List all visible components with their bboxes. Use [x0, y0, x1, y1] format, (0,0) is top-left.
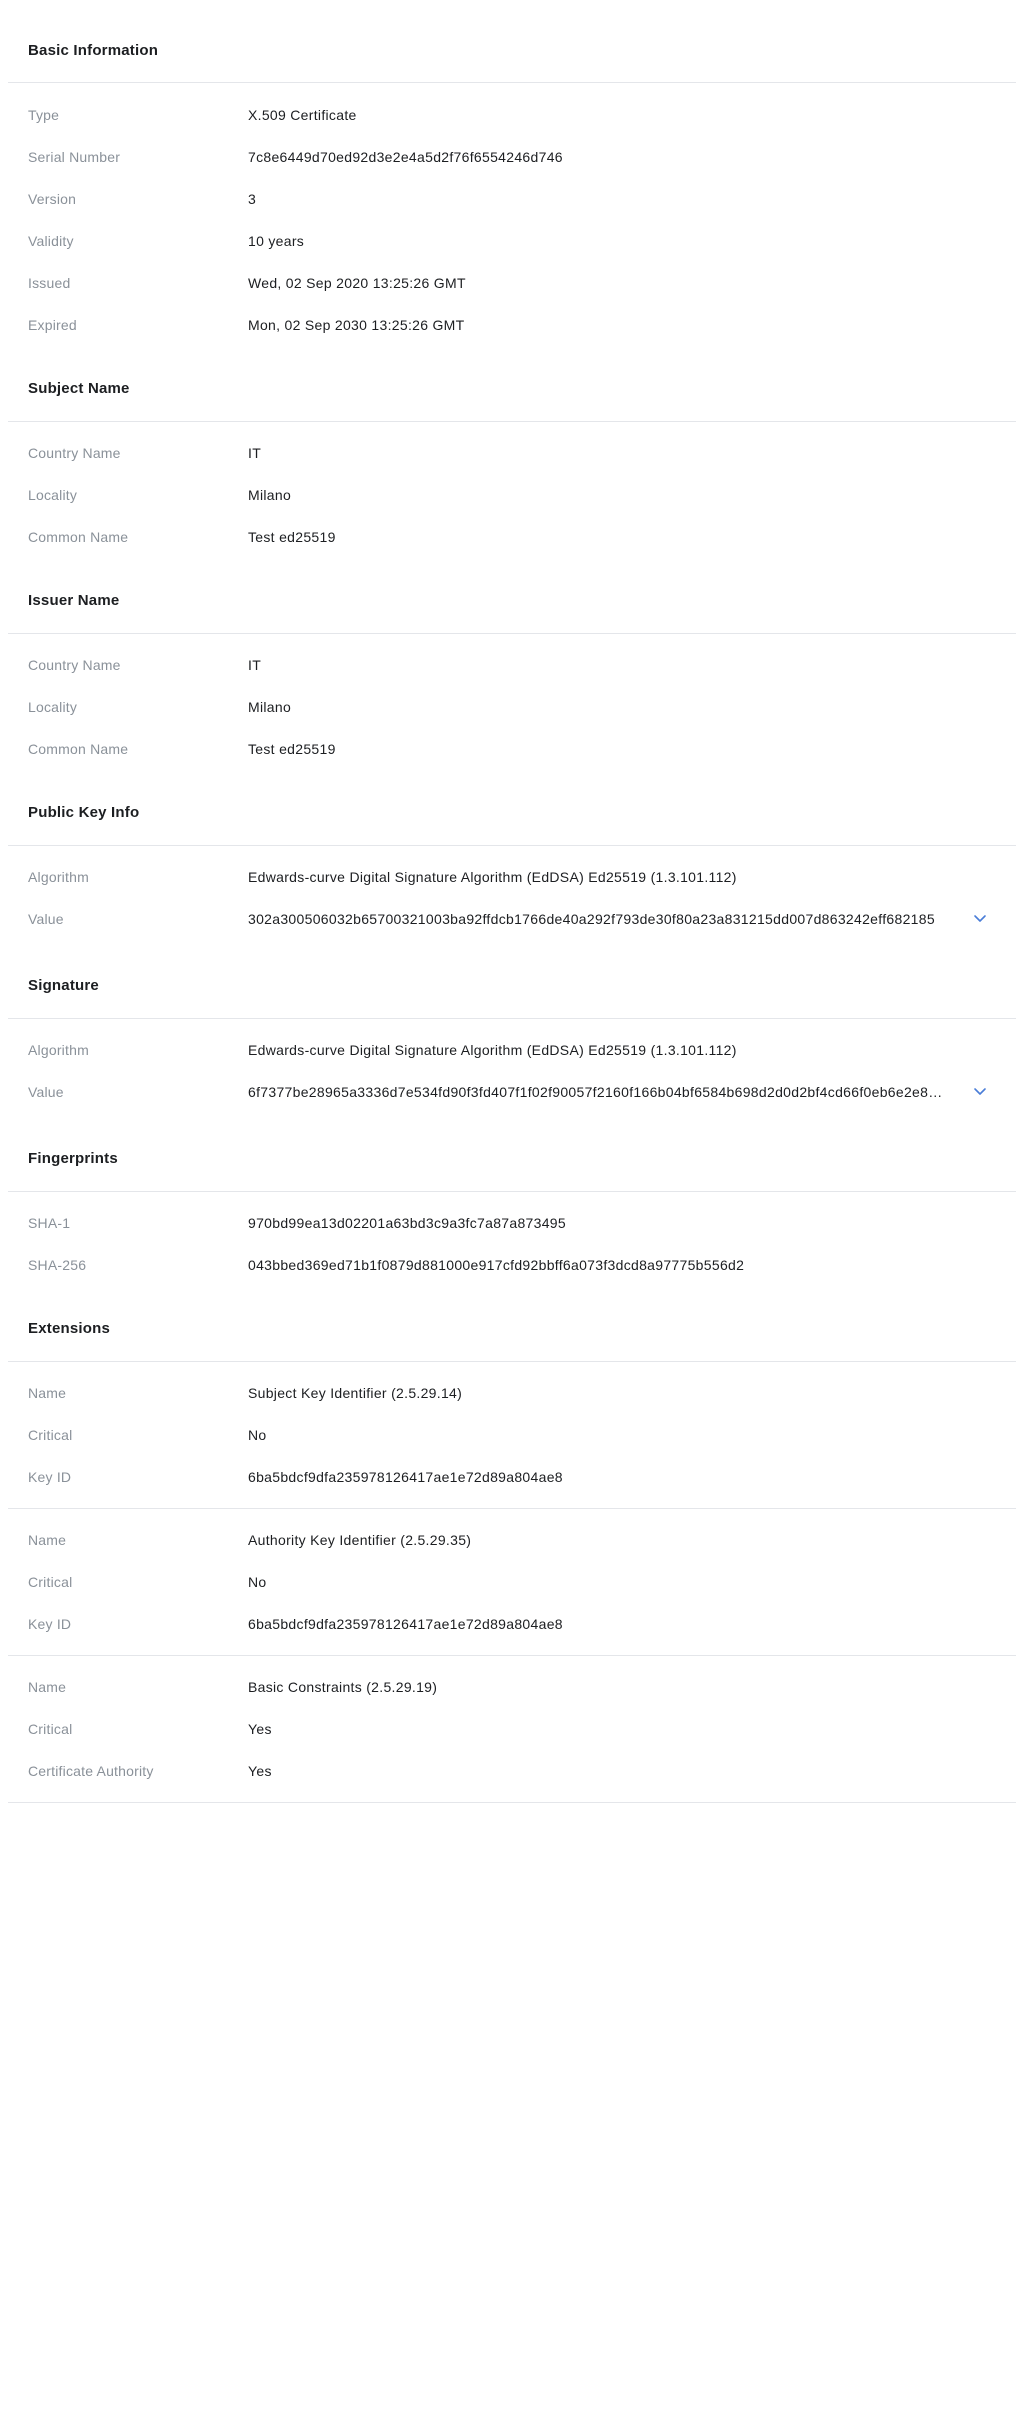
field-value-extension-name: Basic Constraints (2.5.29.19) [248, 1679, 438, 1695]
field-value-critical: Yes [248, 1721, 272, 1737]
section-divider [8, 421, 1016, 422]
field-label-version: Version [28, 191, 77, 207]
field-value-common-name: Test ed25519 [248, 529, 336, 545]
field-value-critical: No [248, 1427, 267, 1443]
field-label-extension-name: Name [28, 1385, 67, 1401]
field-label-sha1: SHA-1 [28, 1215, 71, 1231]
field-value-type: X.509 Certificate [248, 107, 357, 123]
field-label-validity: Validity [28, 233, 74, 249]
field-label-locality: Locality [28, 699, 78, 715]
field-label-critical: Critical [28, 1574, 73, 1590]
extension-divider [8, 1508, 1016, 1509]
field-label-issued: Issued [28, 275, 71, 291]
field-value-version: 3 [248, 191, 257, 207]
extension-divider [8, 1802, 1016, 1803]
section-divider [8, 82, 1016, 83]
field-value-serial-number: 7c8e6449d70ed92d3e2e4a5d2f76f6554246d746 [248, 149, 563, 165]
section-title-issuer-name: Issuer Name [28, 592, 120, 609]
section-divider [8, 845, 1016, 846]
field-value-common-name: Test ed25519 [248, 741, 336, 757]
section-divider [8, 1191, 1016, 1192]
field-label-type: Type [28, 107, 60, 123]
field-value-algorithm: Edwards-curve Digital Signature Algorith… [248, 869, 737, 885]
field-label-key-id: Key ID [28, 1616, 72, 1632]
section-divider [8, 1018, 1016, 1019]
field-value-locality: Milano [248, 487, 292, 503]
field-value-extension-name: Authority Key Identifier (2.5.29.35) [248, 1532, 472, 1548]
field-value-key-id: 6ba5bdcf9dfa235978126417ae1e72d89a804ae8 [248, 1616, 563, 1632]
field-value-extension-name: Subject Key Identifier (2.5.29.14) [248, 1385, 463, 1401]
section-title-signature: Signature [28, 977, 99, 994]
field-value-public-key: 302a300506032b65700321003ba92ffdcb1766de… [248, 911, 935, 927]
field-label-critical: Critical [28, 1721, 73, 1737]
section-title-subject-name: Subject Name [28, 380, 130, 397]
field-label-serial-number: Serial Number [28, 149, 121, 165]
expand-public-key-button[interactable] [970, 909, 990, 927]
field-label-common-name: Common Name [28, 529, 129, 545]
field-value-algorithm: Edwards-curve Digital Signature Algorith… [248, 1042, 737, 1058]
field-label-common-name: Common Name [28, 741, 129, 757]
field-label-key-id: Key ID [28, 1469, 72, 1485]
field-label-value: Value [28, 1084, 64, 1100]
field-label-critical: Critical [28, 1427, 73, 1443]
field-value-sha256: 043bbed369ed71b1f0879d881000e917cfd92bbf… [248, 1257, 745, 1273]
field-label-expired: Expired [28, 317, 77, 333]
field-label-extension-name: Name [28, 1679, 67, 1695]
field-value-issued: Wed, 02 Sep 2020 13:25:26 GMT [248, 275, 466, 291]
section-divider [8, 633, 1016, 634]
field-label-extension-name: Name [28, 1532, 67, 1548]
field-value-certificate-authority: Yes [248, 1763, 272, 1779]
field-label-algorithm: Algorithm [28, 869, 89, 885]
section-title-extensions: Extensions [28, 1320, 111, 1337]
chevron-down-icon [974, 915, 986, 922]
chevron-down-icon [974, 1088, 986, 1095]
field-value-signature: 6f7377be28965a3336d7e534fd90f3fd407f1f02… [248, 1084, 945, 1100]
section-title-fingerprints: Fingerprints [28, 1150, 118, 1167]
field-label-algorithm: Algorithm [28, 1042, 89, 1058]
field-value-sha1: 970bd99ea13d02201a63bd3c9a3fc7a87a873495 [248, 1215, 566, 1231]
field-label-country-name: Country Name [28, 445, 121, 461]
extension-divider [8, 1655, 1016, 1656]
field-value-key-id: 6ba5bdcf9dfa235978126417ae1e72d89a804ae8 [248, 1469, 563, 1485]
field-value-locality: Milano [248, 699, 292, 715]
section-title-basic-information: Basic Information [28, 42, 159, 59]
expand-signature-button[interactable] [970, 1082, 990, 1100]
field-label-country-name: Country Name [28, 657, 121, 673]
field-label-value: Value [28, 911, 64, 927]
field-value-critical: No [248, 1574, 267, 1590]
field-value-country-name: IT [248, 657, 262, 673]
section-title-public-key-info: Public Key Info [28, 804, 140, 821]
field-value-expired: Mon, 02 Sep 2030 13:25:26 GMT [248, 317, 465, 333]
field-label-sha256: SHA-256 [28, 1257, 87, 1273]
field-label-locality: Locality [28, 487, 78, 503]
field-value-validity: 10 years [248, 233, 305, 249]
field-value-country-name: IT [248, 445, 262, 461]
field-label-certificate-authority: Certificate Authority [28, 1763, 154, 1779]
section-divider [8, 1361, 1016, 1362]
